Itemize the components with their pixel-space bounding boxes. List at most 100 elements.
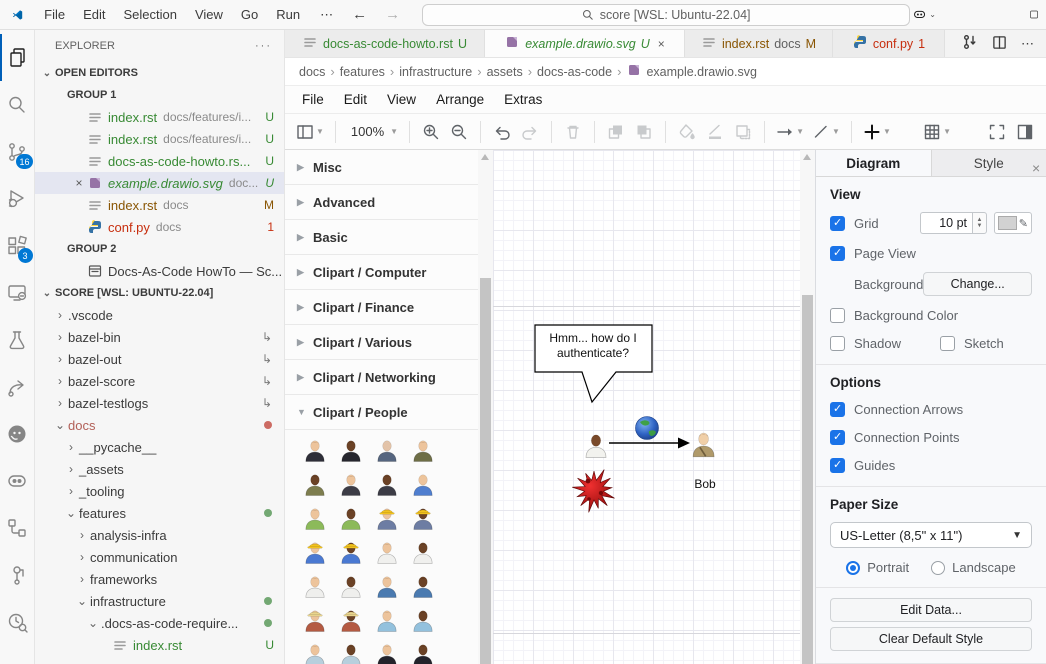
person-shape-5[interactable]: [297, 472, 333, 506]
workspace-section-header[interactable]: ⌄SCORE [WSL: UBUNTU-22.04]: [35, 282, 284, 304]
grid-size-input[interactable]: 10 pt: [920, 212, 972, 234]
split-editor-icon[interactable]: [992, 35, 1007, 53]
clear-default-style-button[interactable]: Clear Default Style: [830, 627, 1032, 651]
person-shape-15[interactable]: [369, 540, 405, 574]
person-shape-20[interactable]: [405, 574, 441, 608]
bob-label[interactable]: Bob: [683, 477, 727, 491]
grid-color-picker[interactable]: ✎: [994, 212, 1032, 234]
palette-section-clipartcomputer[interactable]: ▶Clipart / Computer: [285, 255, 478, 290]
close-tab-icon[interactable]: ×: [658, 37, 665, 51]
activity-search-icon[interactable]: [0, 81, 35, 128]
tree-item-vscode[interactable]: ›.vscode: [35, 304, 284, 326]
connection-arrow-icon[interactable]: ▼: [773, 119, 807, 145]
change-background-button[interactable]: Change...: [923, 272, 1032, 296]
person-shape-4[interactable]: [405, 438, 441, 472]
activity-github-icon[interactable]: [0, 410, 35, 457]
scroll-up-icon[interactable]: [481, 154, 489, 160]
close-panel-icon[interactable]: ×: [1032, 160, 1046, 176]
tree-item-pycache[interactable]: ›__pycache__: [35, 436, 284, 458]
tree-item-communication[interactable]: ›communication: [35, 546, 284, 568]
tree-item-bazelbin[interactable]: ›bazel-bin↳: [35, 326, 284, 348]
tree-item-docsascoderequire[interactable]: ⌄.docs-as-code-require...: [35, 612, 284, 634]
command-search-input[interactable]: score [WSL: Ubuntu-22.04]: [422, 4, 910, 26]
breadcrumb-item[interactable]: infrastructure: [399, 65, 472, 79]
activity-testing-icon[interactable]: [0, 316, 35, 363]
sketch-checkbox[interactable]: [940, 336, 955, 351]
activity-extensions-icon[interactable]: 3: [0, 222, 35, 269]
open-editors-header[interactable]: ⌄OPEN EDITORS: [35, 62, 284, 84]
zoom-label-dropdown[interactable]: 100%▼: [344, 119, 401, 145]
landscape-radio[interactable]: [931, 561, 945, 575]
connection-arrows-checkbox[interactable]: [830, 402, 845, 417]
person-shape-10[interactable]: [333, 506, 369, 540]
zoom-out-icon[interactable]: [446, 119, 472, 145]
drawio-menu-arrange[interactable]: Arrange: [427, 89, 493, 110]
edit-data-button[interactable]: Edit Data...: [830, 598, 1032, 622]
activity-explorer-icon[interactable]: [0, 34, 35, 81]
open-editor-item[interactable]: index.rstdocs/features/i...U: [35, 128, 284, 150]
person-shape-27[interactable]: [369, 642, 405, 664]
activity-copilot-chat-icon[interactable]: [0, 457, 35, 504]
open-editor-item[interactable]: index.rstdocs/features/i...U: [35, 106, 284, 128]
grid-size-stepper[interactable]: ▲▼: [972, 212, 987, 234]
open-editor-item[interactable]: Docs-As-Code HowTo — Sc...: [35, 260, 284, 282]
canvas-scrollbar[interactable]: [800, 150, 815, 664]
person-shape-26[interactable]: [333, 642, 369, 664]
person-shape-6[interactable]: [333, 472, 369, 506]
drawio-menu-view[interactable]: View: [378, 89, 425, 110]
copilot-icon[interactable]: [914, 8, 925, 22]
palette-section-clipartvarious[interactable]: ▶Clipart / Various: [285, 325, 478, 360]
palette-section-advanced[interactable]: ▶Advanced: [285, 185, 478, 220]
tree-item-infrastructure[interactable]: ⌄infrastructure: [35, 590, 284, 612]
more-actions-icon[interactable]: ⋯: [1021, 36, 1034, 52]
person-shape-19[interactable]: [369, 574, 405, 608]
drawio-menu-file[interactable]: File: [293, 89, 333, 110]
palette-section-misc[interactable]: ▶Misc: [285, 150, 478, 185]
person-shape-18[interactable]: [333, 574, 369, 608]
tree-item-docs[interactable]: ⌄docs: [35, 414, 284, 436]
page-view-checkbox[interactable]: [830, 246, 845, 261]
activity-remote-explorer-icon[interactable]: [0, 269, 35, 316]
person-shape-9[interactable]: [297, 506, 333, 540]
person-shape-16[interactable]: [405, 540, 441, 574]
insert-icon[interactable]: ▼: [860, 119, 894, 145]
person-shape-13[interactable]: [297, 540, 333, 574]
breadcrumb-item[interactable]: assets: [487, 65, 523, 79]
open-editor-item[interactable]: docs-as-code-howto.rs...U: [35, 150, 284, 172]
layout-panel-icon[interactable]: [1030, 8, 1038, 21]
person-shape-12[interactable]: [405, 506, 441, 540]
connection-points-checkbox[interactable]: [830, 430, 845, 445]
fullscreen-icon[interactable]: [984, 119, 1010, 145]
explorer-more-icon[interactable]: ···: [255, 40, 272, 52]
breadcrumb-item[interactable]: docs: [299, 65, 325, 79]
drawio-canvas[interactable]: Hmm... how do I authenticate? Bob: [493, 150, 800, 664]
activity-source-control-icon[interactable]: 16: [0, 128, 35, 175]
tree-item-indexrst[interactable]: index.rstU: [35, 634, 284, 656]
breadcrumb-item[interactable]: docs-as-code: [537, 65, 612, 79]
undo-icon[interactable]: [489, 119, 515, 145]
callout-text[interactable]: Hmm... how do I authenticate?: [537, 331, 649, 361]
guides-checkbox[interactable]: [830, 458, 845, 473]
activity-live-share-icon[interactable]: [0, 363, 35, 410]
menu-file[interactable]: File: [35, 4, 74, 25]
menu-edit[interactable]: Edit: [74, 4, 114, 25]
activity-git-history-icon[interactable]: [0, 598, 35, 645]
menu-selection[interactable]: Selection: [114, 4, 185, 25]
palette-scrollbar[interactable]: [478, 150, 493, 664]
editor-tab-exampledrawiosvg[interactable]: example.drawio.svgU×: [485, 30, 685, 57]
person-shape-21[interactable]: [297, 608, 333, 642]
tree-item-bazelout[interactable]: ›bazel-out↳: [35, 348, 284, 370]
person-shape-1[interactable]: [297, 438, 333, 472]
open-editor-item[interactable]: index.rstdocsM: [35, 194, 284, 216]
person-shape-14[interactable]: [333, 540, 369, 574]
person-shape-7[interactable]: [369, 472, 405, 506]
menu-more[interactable]: ⋯: [311, 4, 342, 26]
grid-checkbox[interactable]: [830, 216, 845, 231]
person-shape-8[interactable]: [405, 472, 441, 506]
person-shape-22[interactable]: [333, 608, 369, 642]
diagram[interactable]: [493, 150, 800, 659]
activity-git-graph-icon[interactable]: [0, 551, 35, 598]
open-editor-item[interactable]: conf.pydocs1: [35, 216, 284, 238]
drawio-menu-edit[interactable]: Edit: [335, 89, 376, 110]
table-icon[interactable]: ▼: [920, 119, 954, 145]
